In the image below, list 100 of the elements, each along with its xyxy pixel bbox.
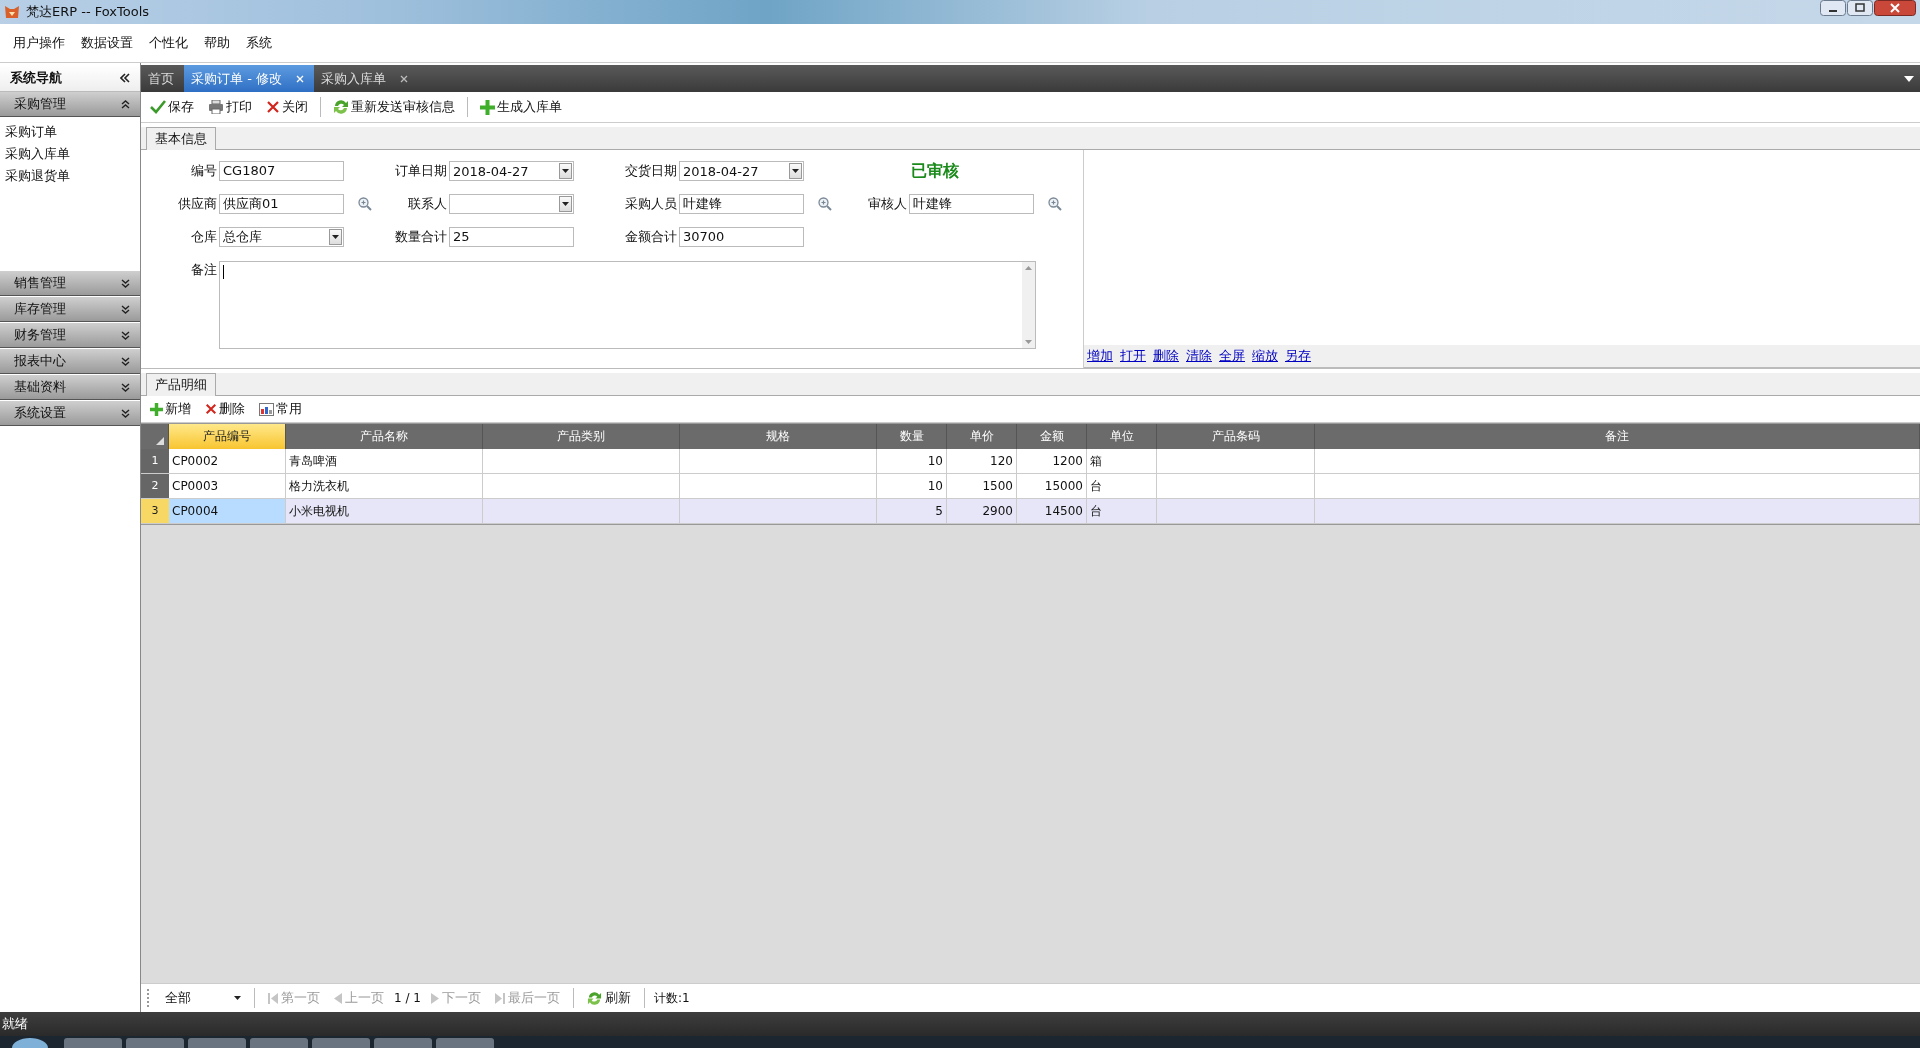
tab[interactable]: 基本信息 bbox=[146, 127, 216, 150]
input-field[interactable]: 叶建锋 bbox=[909, 194, 1034, 214]
toolbar-button[interactable]: 生成入库单 bbox=[475, 96, 567, 118]
table-row[interactable]: 2 CP0003 格力洗衣机 10 1500 15000 台 bbox=[141, 474, 1920, 499]
minimize-icon[interactable] bbox=[1820, 0, 1846, 16]
table-cell: CP0003 bbox=[172, 479, 219, 493]
input-field[interactable]: CG1807 bbox=[219, 161, 344, 181]
sidebar-group[interactable]: 采购管理 bbox=[0, 92, 140, 117]
link[interactable]: 增加 bbox=[1087, 347, 1113, 365]
tab[interactable]: 采购入库单 bbox=[313, 65, 418, 92]
link[interactable]: 清除 bbox=[1186, 347, 1212, 365]
table-row[interactable]: 3 CP0004 小米电视机 5 2900 14500 台 bbox=[141, 499, 1920, 524]
input-field[interactable]: 供应商01 bbox=[219, 194, 344, 214]
toolbar-button[interactable]: 保存 bbox=[145, 96, 199, 118]
close-icon[interactable] bbox=[399, 74, 408, 83]
table-cell: CP0002 bbox=[172, 454, 219, 468]
menu-item[interactable]: 系统 bbox=[246, 32, 272, 54]
dropdown-field[interactable] bbox=[449, 194, 574, 214]
tab[interactable]: 产品明细 bbox=[146, 373, 216, 396]
previous-icon bbox=[334, 992, 342, 1004]
dropdown-field[interactable]: 2018-04-27 bbox=[679, 161, 804, 181]
field-label: 联系人 bbox=[407, 195, 448, 213]
sidebar-item[interactable]: 采购订单 bbox=[0, 121, 140, 143]
table-cell: 台 bbox=[1090, 479, 1102, 493]
field-label: 订单日期 bbox=[394, 162, 448, 180]
field-label: 审核人 bbox=[867, 195, 908, 213]
input-field[interactable]: 叶建锋 bbox=[679, 194, 804, 214]
table-cell: 14500 bbox=[1044, 504, 1083, 518]
toolbar-button[interactable]: 重新发送审核信息 bbox=[328, 96, 460, 118]
tab[interactable]: 首页 bbox=[141, 65, 184, 92]
column-header[interactable]: 产品编号 bbox=[169, 424, 286, 449]
toolbar-button[interactable]: 打印 bbox=[203, 96, 257, 118]
toolbar-button[interactable]: 关闭 bbox=[261, 96, 313, 118]
maximize-icon[interactable] bbox=[1847, 0, 1873, 16]
toolbar-button[interactable]: 新增 bbox=[145, 398, 196, 420]
sidebar-group[interactable]: 库存管理 bbox=[0, 297, 140, 322]
table-cell: 1500 bbox=[982, 479, 1013, 493]
input-field[interactable]: 30700 bbox=[679, 227, 804, 247]
refresh-icon bbox=[333, 99, 349, 115]
menu-item[interactable]: 帮助 bbox=[204, 32, 230, 54]
chevron-down-icon bbox=[121, 382, 130, 392]
table-cell: 10 bbox=[927, 479, 943, 493]
dropdown-field[interactable]: 2018-04-27 bbox=[449, 161, 574, 181]
sidebar-group[interactable]: 系统设置 bbox=[0, 401, 140, 426]
field-label: 采购人员 bbox=[624, 195, 678, 213]
table-cell: 2900 bbox=[982, 504, 1013, 518]
zoom-in-icon[interactable] bbox=[358, 197, 372, 211]
chevron-up-icon bbox=[121, 99, 130, 109]
toolbar-button[interactable]: 常用 bbox=[254, 398, 307, 420]
table-cell: 5 bbox=[935, 504, 943, 518]
sidebar-group[interactable]: 基础资料 bbox=[0, 375, 140, 400]
table-icon bbox=[259, 402, 274, 416]
collapse-icon[interactable] bbox=[120, 73, 130, 83]
table-cell: 10 bbox=[927, 454, 943, 468]
sidebar-group[interactable]: 财务管理 bbox=[0, 323, 140, 348]
field-label: 数量合计 bbox=[394, 228, 448, 246]
table-cell: 小米电视机 bbox=[289, 504, 349, 518]
sidebar-group[interactable]: 报表中心 bbox=[0, 349, 140, 374]
link[interactable]: 缩放 bbox=[1252, 347, 1278, 365]
chevron-down-icon bbox=[121, 356, 130, 366]
page-indicator: 1 / 1 bbox=[394, 991, 421, 1005]
zoom-in-icon[interactable] bbox=[1048, 197, 1062, 211]
dropdown-icon[interactable] bbox=[1904, 75, 1914, 82]
dropdown-field[interactable]: 总仓库 bbox=[219, 227, 344, 247]
refresh-button[interactable]: 刷新 bbox=[582, 989, 635, 1007]
table-cell: 青岛啤酒 bbox=[289, 454, 337, 468]
menu-item[interactable]: 数据设置 bbox=[81, 32, 133, 54]
zoom-in-icon[interactable] bbox=[818, 197, 832, 211]
printer-icon bbox=[208, 100, 224, 114]
table-cell: 箱 bbox=[1090, 454, 1102, 468]
table-row[interactable]: 1 CP0002 青岛啤酒 10 120 1200 箱 bbox=[141, 449, 1920, 474]
next-icon bbox=[430, 992, 439, 1004]
sidebar-group[interactable]: 销售管理 bbox=[0, 271, 140, 296]
table-cell: 120 bbox=[990, 454, 1013, 468]
remark-field[interactable] bbox=[219, 261, 1036, 349]
close-icon[interactable] bbox=[1874, 0, 1916, 16]
scope-dropdown[interactable]: 全部 bbox=[157, 989, 245, 1007]
link[interactable]: 全屏 bbox=[1219, 347, 1245, 365]
sidebar-item[interactable]: 采购退货单 bbox=[0, 165, 140, 187]
link[interactable]: 删除 bbox=[1153, 347, 1179, 365]
caret-icon bbox=[792, 169, 799, 173]
refresh-icon bbox=[586, 990, 602, 1006]
tab[interactable]: 采购订单 - 修改 bbox=[184, 65, 314, 92]
input-field[interactable]: 25 bbox=[449, 227, 574, 247]
menu-item[interactable]: 用户操作 bbox=[13, 32, 65, 54]
sidebar-title: 系统导航 bbox=[10, 69, 62, 87]
menu-item[interactable]: 个性化 bbox=[149, 32, 188, 54]
scroll-down-icon[interactable] bbox=[1025, 340, 1032, 344]
sidebar-item[interactable]: 采购入库单 bbox=[0, 143, 140, 165]
toolbar-button[interactable]: 删除 bbox=[200, 398, 250, 420]
field-label: 供应商 bbox=[177, 195, 218, 213]
close-icon bbox=[205, 403, 217, 415]
table-cell: 格力洗衣机 bbox=[289, 479, 349, 493]
scroll-up-icon[interactable] bbox=[1025, 266, 1032, 270]
chevron-down-icon bbox=[121, 330, 130, 340]
status-label: 已审核 bbox=[910, 160, 960, 182]
link[interactable]: 打开 bbox=[1120, 347, 1146, 365]
field-label: 仓库 bbox=[190, 228, 218, 246]
link[interactable]: 另存 bbox=[1285, 347, 1311, 365]
row-number: 1 bbox=[141, 449, 169, 473]
